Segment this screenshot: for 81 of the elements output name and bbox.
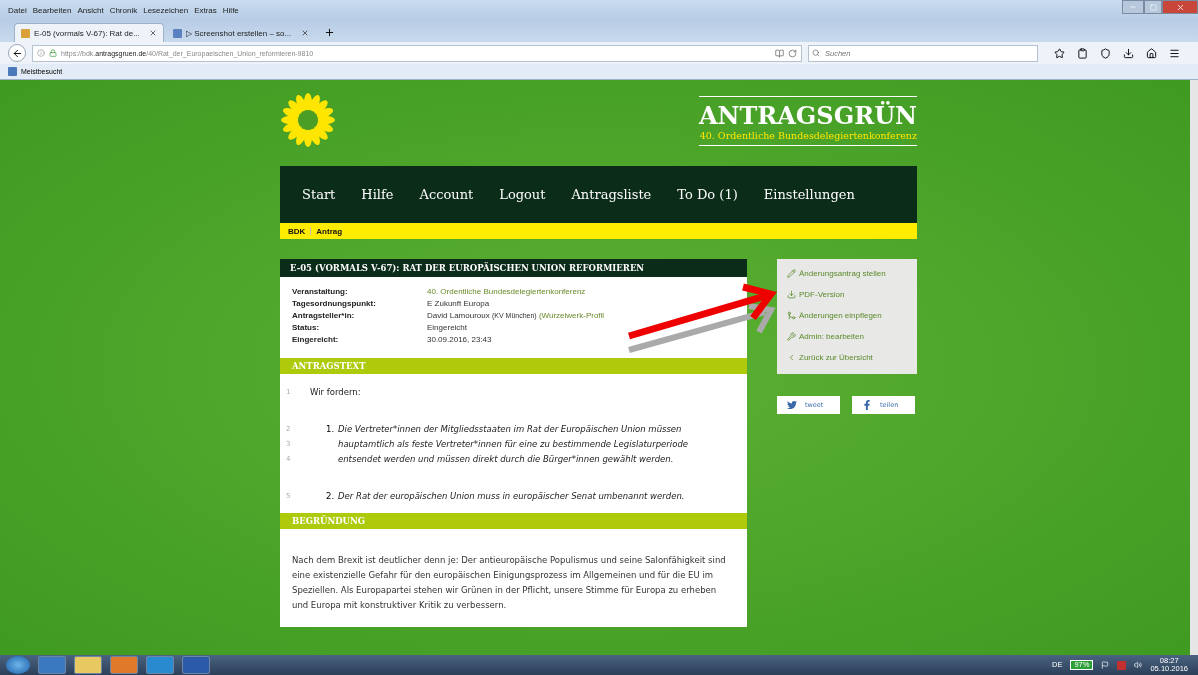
- lock-icon[interactable]: [49, 49, 57, 57]
- wrench-icon: [787, 332, 796, 341]
- download-icon[interactable]: [1123, 47, 1134, 59]
- nav-link[interactable]: Account: [419, 187, 474, 202]
- nav-link[interactable]: To Do (1): [677, 187, 738, 202]
- action-link[interactable]: Änderungen einpflegen: [787, 311, 907, 320]
- meta-label: Eingereicht:: [292, 335, 340, 344]
- bookmark-folder-icon: [8, 67, 17, 76]
- list-marker: 1.: [326, 423, 336, 436]
- close-icon[interactable]: [149, 29, 157, 37]
- taskbar-folder-icon[interactable]: [74, 656, 102, 674]
- event-link[interactable]: 40. Ordentliche Bundesdelegiertenkonferenz: [427, 287, 735, 296]
- breadcrumb-link[interactable]: Antrag: [316, 226, 343, 236]
- start-button[interactable]: [6, 656, 30, 674]
- new-tab-icon[interactable]: [324, 27, 335, 38]
- menu-item[interactable]: Hilfe: [222, 5, 239, 15]
- bookmark-star-icon[interactable]: [1054, 47, 1065, 59]
- browser-tab[interactable]: E-05 (vormals V-67): Rat de...: [14, 23, 164, 42]
- taskbar-app-icon[interactable]: [182, 656, 210, 674]
- motion-text-line: Die Vertreter*innen der Mitgliedsstaaten im Rat der Europäischen Union müssen: [338, 423, 682, 436]
- motion-text-line: hauptamtlich als feste Vertreter*innen für eine zu bestimmende Legislaturperiode: [338, 438, 689, 451]
- menu-icon[interactable]: [1169, 47, 1180, 59]
- meta-label: Tagesordnungspunkt:: [292, 299, 377, 308]
- menu-item[interactable]: Extras: [194, 5, 217, 15]
- action-link[interactable]: Admin: bearbeiten: [787, 332, 907, 341]
- menu-item[interactable]: Ansicht: [77, 5, 104, 15]
- menu-item[interactable]: Bearbeiten: [32, 5, 72, 15]
- clipboard-icon[interactable]: [1077, 47, 1088, 59]
- meta-label: Veranstaltung:: [292, 287, 349, 296]
- meta-label: Antragsteller*in:: [292, 311, 356, 320]
- list-marker: 2.: [326, 490, 336, 503]
- menu-item[interactable]: Datei: [8, 5, 27, 15]
- motion-text-line: Wir fordern:: [310, 386, 361, 399]
- close-icon[interactable]: [301, 29, 309, 37]
- meta-value: 30.09.2016, 23:43: [427, 335, 493, 344]
- shield-icon[interactable]: [1100, 47, 1111, 59]
- close-icon: [1175, 2, 1185, 12]
- motion-text-line: entsendet werden und müssen direkt durch die Bürger*innen gewählt werden.: [338, 453, 674, 466]
- home-icon[interactable]: [1146, 47, 1157, 59]
- meta-label: Status:: [292, 323, 321, 332]
- maximize-icon: [1149, 3, 1157, 11]
- arrow-left-icon: [11, 47, 23, 59]
- section-heading: BEGRÜNDUNG: [280, 513, 747, 529]
- download-icon: [787, 290, 796, 299]
- reader-view-icon[interactable]: [775, 48, 784, 58]
- minimize-button[interactable]: [1122, 0, 1144, 14]
- pencil-icon: [787, 269, 796, 278]
- action-link[interactable]: Änderungsantrag stellen: [787, 269, 907, 278]
- chevron-left-icon: [787, 353, 796, 362]
- nav-link[interactable]: Einstellungen: [763, 187, 855, 202]
- favicon-icon: [21, 28, 30, 38]
- merge-icon: [787, 311, 796, 320]
- reload-icon[interactable]: [788, 48, 797, 58]
- browser-tab[interactable]: ▷ Screenshot erstellen – so...: [166, 23, 316, 42]
- action-link[interactable]: PDF-Version: [787, 290, 907, 299]
- breadcrumb-link[interactable]: BDK: [288, 226, 306, 236]
- letter-f-icon: [862, 400, 872, 410]
- sunflower-logo: [280, 92, 336, 148]
- search-icon: [812, 48, 820, 57]
- site-subtitle: 40. Ordentliche Bundesdelegiertenkonferenz: [699, 130, 917, 141]
- favicon-icon: [173, 28, 182, 38]
- site-title: ANTRAGSGRÜN: [698, 101, 917, 130]
- section-heading: ANTRAGSTEXT: [280, 358, 747, 374]
- nav-link[interactable]: Logout: [499, 187, 546, 202]
- back-button[interactable]: [8, 44, 26, 62]
- flag-icon[interactable]: [1101, 661, 1110, 669]
- nav-link[interactable]: Antragsliste: [571, 187, 652, 202]
- motion-text-line: Der Rat der europäischen Union muss in europäischer Senat umbenannt werden.: [338, 490, 685, 503]
- motion-title: E-05 (VORMALS V-67): RAT DER EUROPÄISCHEN UNION REFORMIEREN: [280, 259, 747, 277]
- nav-link[interactable]: Hilfe: [361, 187, 394, 202]
- meta-value: Eingereicht: [427, 323, 469, 332]
- maximize-button[interactable]: [1144, 0, 1162, 14]
- scrollbar[interactable]: [1190, 80, 1198, 655]
- nav-link[interactable]: Start: [302, 187, 336, 202]
- meta-value: E Zukunft Europa: [427, 299, 491, 308]
- bird-icon: [787, 400, 797, 410]
- menu-item[interactable]: Chronik: [109, 5, 138, 15]
- reason-paragraph: Nach dem Brexit ist deutlicher denn je: Der antieuropäische Populismus und seine Salonfähigkeit sind eine existenzielle Gefahr für den europäischen Einigungsprozess im Allgemeinen und für die EU im Speziellen. Als Europapartei stehen wir Grünen in der Pflicht, unsere Stimme für Europa zu erheben und Europa mit konstruktiver Kritik zu verbessern.: [291, 554, 727, 612]
- speaker-icon[interactable]: [1134, 661, 1143, 669]
- action-link[interactable]: Zurück zur Übersicht: [787, 353, 907, 362]
- menu-item[interactable]: Lesezeichen: [143, 5, 189, 15]
